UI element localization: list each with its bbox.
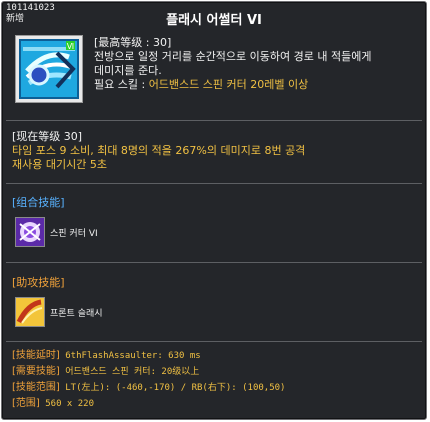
- description-line-2: 데미지를 준다.: [94, 64, 162, 77]
- info-label: [技能延时]: [12, 350, 60, 361]
- description-line-1: 전방으로 일정 거리를 순간적으로 이동하여 경로 내 적들에게: [94, 50, 372, 63]
- skill-title: 플래시 어썰터 VI: [166, 13, 262, 28]
- assist-skill-label: [助攻技能]: [12, 276, 65, 289]
- assist-skill-name: 프론트 슬래시: [50, 309, 103, 319]
- current-level-line: [现在等级 30]: [12, 130, 83, 143]
- divider: [6, 120, 422, 121]
- svg-text:Ⅵ: Ⅵ: [67, 42, 74, 51]
- info-label: [技能范围]: [12, 382, 60, 393]
- info-value: 어드밴스드 스핀 커터: 20级以上: [59, 367, 200, 377]
- combo-skill-name: 스핀 커터 VI: [50, 229, 98, 239]
- front-slash-skill-icon: [15, 297, 45, 327]
- flash-assaulter-skill-icon: Ⅵ: [15, 35, 83, 103]
- current-effect-line: 타임 포스 9 소비, 최대 8명의 적을 267%의 데미지로 8번 공격: [12, 144, 306, 157]
- divider: [6, 262, 422, 263]
- spin-cutter-skill-icon: [15, 217, 45, 247]
- skill-description: [最高等级 : 30] 전방으로 일정 거리를 순간적으로 이동하여 경로 내 …: [94, 36, 424, 92]
- info-label: [需要技能]: [12, 366, 60, 377]
- required-skill-label: 필요 스킬 :: [94, 78, 149, 91]
- info-value: LT(左上): (-460,-170) / RB(右下): (100,50): [59, 383, 286, 393]
- info-value: 560 x 220: [39, 399, 94, 409]
- divider: [6, 341, 422, 342]
- max-level-line: [最高等级 : 30]: [94, 36, 172, 49]
- info-row-delay: [技能延时] 6thFlashAssaulter: 630 ms: [12, 348, 422, 364]
- info-row-range: [技能范围] LT(左上): (-460,-170) / RB(右下): (10…: [12, 380, 422, 396]
- required-skill-line: 필요 스킬 : 어드밴스드 스핀 커터 20레벨 이상: [94, 78, 424, 92]
- combo-skill-label: [组合技能]: [12, 196, 65, 209]
- info-row-area: [范围] 560 x 220: [12, 396, 422, 412]
- current-level-section: [现在等级 30] 타임 포스 9 소비, 최대 8명의 적을 267%의 데미…: [12, 130, 422, 172]
- info-value: 6thFlashAssaulter: 630 ms: [59, 351, 201, 361]
- required-skill-value: 어드밴스드 스핀 커터 20레벨 이상: [148, 78, 309, 91]
- info-label: [范围]: [12, 398, 40, 409]
- skill-tooltip: 101141023 新增 플래시 어썰터 VI Ⅵ [最高等级 : 30] 전방…: [1, 1, 427, 420]
- cooldown-line: 재사용 대기시간 5초: [12, 158, 107, 171]
- skill-info-list: [技能延时] 6thFlashAssaulter: 630 ms [需要技能] …: [12, 348, 422, 412]
- divider: [6, 183, 422, 184]
- info-row-required: [需要技能] 어드밴스드 스핀 커터: 20级以上: [12, 364, 422, 380]
